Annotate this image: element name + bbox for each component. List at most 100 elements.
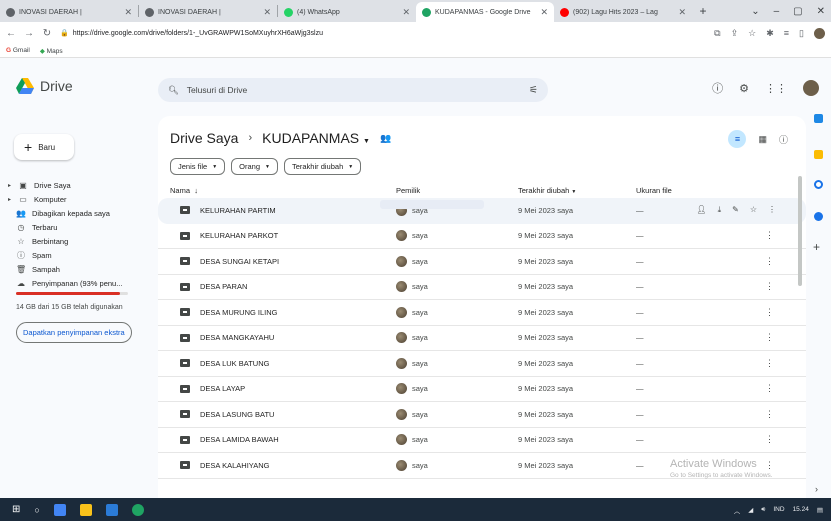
- new-tab-button[interactable]: +: [692, 4, 714, 18]
- language-indicator[interactable]: IND: [773, 506, 784, 513]
- filter-chip[interactable]: Jenis file ▼: [170, 158, 226, 175]
- browser-tab[interactable]: (902) Lagu Hits 2023 – Lag ✕: [554, 2, 692, 22]
- table-row[interactable]: DESA LUK BATUNG saya 9 Mei 2023 saya — ⋮: [158, 351, 806, 377]
- keep-icon[interactable]: [814, 150, 823, 159]
- explorer-taskbar-icon[interactable]: [79, 503, 92, 516]
- settings-gear-icon[interactable]: ⚙: [739, 82, 749, 95]
- more-vert-icon[interactable]: ⋮: [765, 409, 774, 420]
- back-icon[interactable]: ←: [6, 28, 16, 39]
- more-vert-icon[interactable]: ⋮: [765, 256, 774, 267]
- sidebar-item[interactable]: ▸ ▭ Komputer: [0, 192, 158, 206]
- bookmark-star-icon[interactable]: ☆: [748, 28, 756, 39]
- taskbar-search-icon[interactable]: ○: [34, 505, 39, 515]
- minimize-button[interactable]: –: [774, 6, 780, 17]
- col-owner[interactable]: Pemilik: [396, 186, 420, 195]
- extensions-icon[interactable]: ✱: [766, 28, 774, 39]
- profile-avatar[interactable]: [814, 27, 825, 39]
- sidebar-item[interactable]: 👥 Dibagikan kepada saya: [0, 206, 158, 220]
- expand-caret-icon[interactable]: ▸: [8, 196, 12, 203]
- filter-chip[interactable]: Terakhir diubah ▼: [283, 158, 362, 175]
- col-size[interactable]: Ukuran file: [636, 186, 672, 195]
- sidebar-item[interactable]: 🗑 Sampah: [0, 262, 158, 276]
- open-in-app-icon[interactable]: ⧉: [714, 28, 720, 39]
- notification-icon[interactable]: ▤: [817, 506, 823, 514]
- tab-close-icon[interactable]: ✕: [540, 7, 548, 18]
- tab-close-icon[interactable]: ✕: [678, 7, 686, 18]
- help-icon[interactable]: ⓘ: [712, 80, 723, 96]
- sidebar-item[interactable]: ◷ Terbaru: [0, 220, 158, 234]
- close-window-button[interactable]: ✕: [817, 6, 825, 17]
- browser-tab[interactable]: (4) WhatsApp ✕: [278, 2, 416, 22]
- browser-tab[interactable]: INOVASI DAERAH | ✕: [139, 2, 277, 22]
- search-bar[interactable]: 🔍︎ Telusuri di Drive ⚟: [158, 78, 548, 102]
- expand-caret-icon[interactable]: ▸: [8, 182, 12, 189]
- sidebar-item[interactable]: ☆ Berbintang: [0, 234, 158, 248]
- share-person-icon[interactable]: 👤︎: [696, 205, 706, 215]
- more-vert-icon[interactable]: ⋮: [765, 307, 774, 318]
- table-row[interactable]: DESA SUNGAI KETAPI saya 9 Mei 2023 saya — ⋮: [158, 249, 806, 275]
- clock[interactable]: 15.24: [793, 506, 809, 514]
- forward-icon[interactable]: →: [24, 28, 34, 39]
- tab-search-icon[interactable]: ⌄: [751, 6, 759, 17]
- sidebar-item[interactable]: ▸ ▣ Drive Saya: [0, 178, 158, 192]
- table-row[interactable]: DESA PARAN saya 9 Mei 2023 saya — ⋮: [158, 275, 806, 300]
- share-icon[interactable]: ⇪: [731, 28, 739, 39]
- maximize-button[interactable]: ▢: [793, 6, 802, 17]
- table-row[interactable]: KELURAHAN PARKOT saya 9 Mei 2023 saya — ⋮: [158, 224, 806, 249]
- reload-icon[interactable]: ↻: [42, 28, 52, 39]
- new-button[interactable]: + Baru: [14, 134, 74, 160]
- tab-close-icon[interactable]: ✕: [124, 7, 132, 18]
- tasks-icon[interactable]: [814, 180, 823, 189]
- table-row[interactable]: DESA MURUNG ILING saya 9 Mei 2023 saya — ⋮: [158, 300, 806, 326]
- browser-tab[interactable]: INOVASI DAERAH | ✕: [0, 2, 138, 22]
- sidebar-item[interactable]: ⓘ Spam: [0, 248, 158, 262]
- details-icon[interactable]: ⓘ: [779, 133, 788, 146]
- bookmark-gmail[interactable]: G Gmail: [6, 47, 30, 54]
- side-panel-icon[interactable]: ▯: [799, 28, 804, 39]
- table-row[interactable]: DESA LAYAP saya 9 Mei 2023 saya — ⋮: [158, 377, 806, 402]
- table-row[interactable]: DESA LAMIDA BAWAH saya 9 Mei 2023 saya — ⋮: [158, 428, 806, 453]
- more-vert-icon[interactable]: ⋮: [768, 205, 776, 215]
- reading-list-icon[interactable]: ≡: [784, 28, 789, 39]
- url-field[interactable]: 🔒 https://drive.google.com/drive/folders…: [60, 29, 706, 38]
- calendar-icon[interactable]: [814, 114, 823, 123]
- expand-panel-icon[interactable]: ›: [815, 484, 818, 494]
- app-taskbar-icon[interactable]: [105, 503, 118, 516]
- download-icon[interactable]: ⤓: [718, 205, 722, 215]
- volume-icon[interactable]: 🔊︎: [761, 506, 765, 514]
- network-icon[interactable]: ◢: [748, 506, 753, 514]
- col-name[interactable]: Nama ↓: [170, 186, 198, 195]
- grid-view-icon[interactable]: ▦: [758, 134, 767, 145]
- windows-start-icon[interactable]: ⊞: [12, 504, 20, 515]
- tab-close-icon[interactable]: ✕: [402, 7, 410, 18]
- table-row[interactable]: DESA LASUNG BATU saya 9 Mei 2023 saya — ⋮: [158, 402, 806, 428]
- search-input[interactable]: Telusuri di Drive: [187, 85, 247, 95]
- more-vert-icon[interactable]: ⋮: [765, 230, 774, 241]
- contacts-icon[interactable]: [814, 212, 823, 221]
- filter-chip[interactable]: Orang ▼: [231, 158, 278, 175]
- chrome-taskbar-icon[interactable]: [53, 503, 66, 516]
- more-vert-icon[interactable]: ⋮: [765, 358, 774, 369]
- get-storage-button[interactable]: Dapatkan penyimpanan ekstra: [16, 322, 132, 343]
- app2-taskbar-icon[interactable]: [131, 503, 144, 516]
- bookmark-maps[interactable]: ◆ Maps: [40, 47, 63, 55]
- filter-icon[interactable]: ≡: [728, 130, 747, 148]
- more-vert-icon[interactable]: ⋮: [765, 383, 774, 394]
- sidebar-item[interactable]: ☁ Penyimpanan (93% penu...: [0, 276, 158, 290]
- more-vert-icon[interactable]: ⋮: [765, 281, 774, 292]
- tab-close-icon[interactable]: ✕: [263, 7, 271, 18]
- add-addon-icon[interactable]: +: [813, 240, 820, 254]
- more-vert-icon[interactable]: ⋮: [765, 332, 774, 343]
- search-icon[interactable]: 🔍︎: [168, 85, 179, 96]
- rename-pencil-icon[interactable]: ✎: [732, 205, 739, 215]
- star-icon[interactable]: ☆: [750, 205, 757, 215]
- scrollbar[interactable]: [798, 176, 802, 286]
- browser-tab[interactable]: KUDAPANMAS - Google Drive ✕: [416, 2, 554, 22]
- account-avatar[interactable]: [803, 80, 819, 96]
- col-modified[interactable]: Terakhir diubah ▼: [518, 186, 576, 195]
- more-vert-icon[interactable]: ⋮: [765, 434, 774, 445]
- table-row[interactable]: DESA MANGKAYAHU saya 9 Mei 2023 saya — ⋮: [158, 326, 806, 351]
- breadcrumb-root[interactable]: Drive Saya: [170, 130, 238, 146]
- breadcrumb-current[interactable]: KUDAPANMAS ▼: [262, 130, 370, 146]
- drive-logo[interactable]: Drive: [16, 78, 73, 94]
